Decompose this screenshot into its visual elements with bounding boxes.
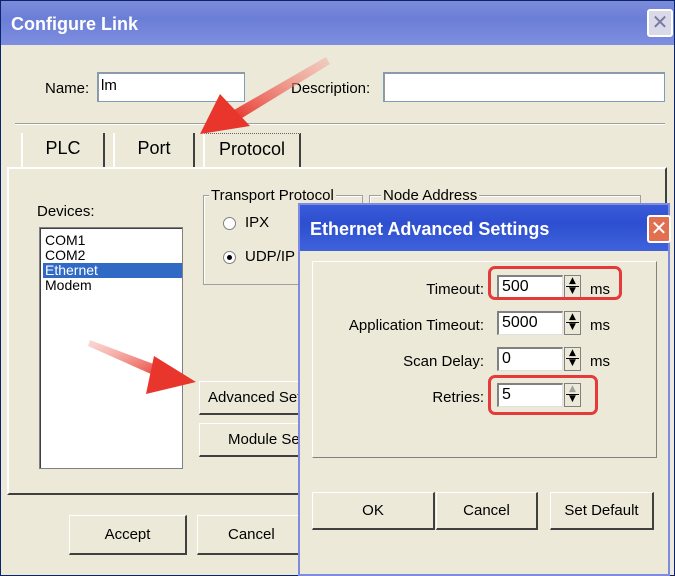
accept-button[interactable]: Accept xyxy=(69,515,187,555)
radio-ipx-label: IPX xyxy=(245,214,270,231)
tab-protocol-label: Protocol xyxy=(218,139,286,159)
radio-selected-dot xyxy=(227,255,232,260)
timeout-highlight xyxy=(488,266,622,300)
spin-down-icon[interactable]: ▼ xyxy=(569,358,576,368)
spin-up-icon[interactable]: ▲ xyxy=(569,312,576,322)
sub-window-title: Ethernet Advanced Settings xyxy=(310,219,550,239)
retries-label: Retries: xyxy=(432,389,484,406)
retries-highlight xyxy=(488,375,598,415)
arrow-to-advanced-settings-icon xyxy=(88,340,196,394)
sub-cancel-button[interactable]: Cancel xyxy=(436,492,538,530)
device-item-modem[interactable]: Modem xyxy=(43,278,182,293)
device-item-ethernet[interactable]: Ethernet xyxy=(43,263,182,278)
tab-port[interactable]: Port xyxy=(113,133,195,167)
set-default-button[interactable]: Set Default xyxy=(550,492,654,530)
description-field[interactable] xyxy=(383,72,665,102)
main-title-bar[interactable]: Configure Link xyxy=(1,1,674,45)
separator xyxy=(15,123,665,125)
ok-button[interactable]: OK xyxy=(312,492,435,530)
transport-protocol-label: Transport Protocol xyxy=(209,187,336,204)
radio-udp[interactable] xyxy=(223,251,236,264)
sub-title-bar[interactable]: Ethernet Advanced Settings xyxy=(300,205,668,251)
spin-up-icon[interactable]: ▲ xyxy=(569,348,576,358)
arrow-to-protocol-tab-icon xyxy=(200,57,330,134)
spin-down-icon[interactable]: ▼ xyxy=(569,322,576,332)
main-window-title: Configure Link xyxy=(11,14,138,34)
application-timeout-spinner[interactable]: ▲ ▼ xyxy=(564,311,581,335)
radio-ipx[interactable] xyxy=(223,217,236,230)
application-timeout-unit: ms xyxy=(590,317,610,334)
main-close-icon[interactable]: ✕ xyxy=(647,9,673,37)
device-item-com2[interactable]: COM2 xyxy=(43,248,182,263)
name-label: Name: xyxy=(45,80,90,97)
main-cancel-button[interactable]: Cancel xyxy=(197,515,307,555)
application-timeout-label: Application Timeout: xyxy=(348,317,484,334)
node-address-label: Node Address xyxy=(381,187,480,204)
sub-close-icon[interactable]: ✕ xyxy=(647,215,671,243)
device-item-com1[interactable]: COM1 xyxy=(43,233,182,248)
scan-delay-label: Scan Delay: xyxy=(403,353,484,370)
scan-delay-unit: ms xyxy=(590,353,610,370)
scan-delay-spinner[interactable]: ▲ ▼ xyxy=(564,347,581,371)
tab-port-label: Port xyxy=(137,138,171,158)
tab-plc[interactable]: PLC xyxy=(21,133,105,167)
ethernet-advanced-settings-dialog: Ethernet Advanced Settings ✕ Timeout: 50… xyxy=(298,203,671,576)
scan-delay-field[interactable]: 0 xyxy=(497,347,563,371)
tab-plc-label: PLC xyxy=(45,138,81,158)
application-timeout-field[interactable]: 5000 xyxy=(497,311,563,335)
timeout-label: Timeout: xyxy=(426,281,484,298)
radio-udp-label: UDP/IP xyxy=(245,248,296,265)
devices-label: Devices: xyxy=(37,203,95,220)
